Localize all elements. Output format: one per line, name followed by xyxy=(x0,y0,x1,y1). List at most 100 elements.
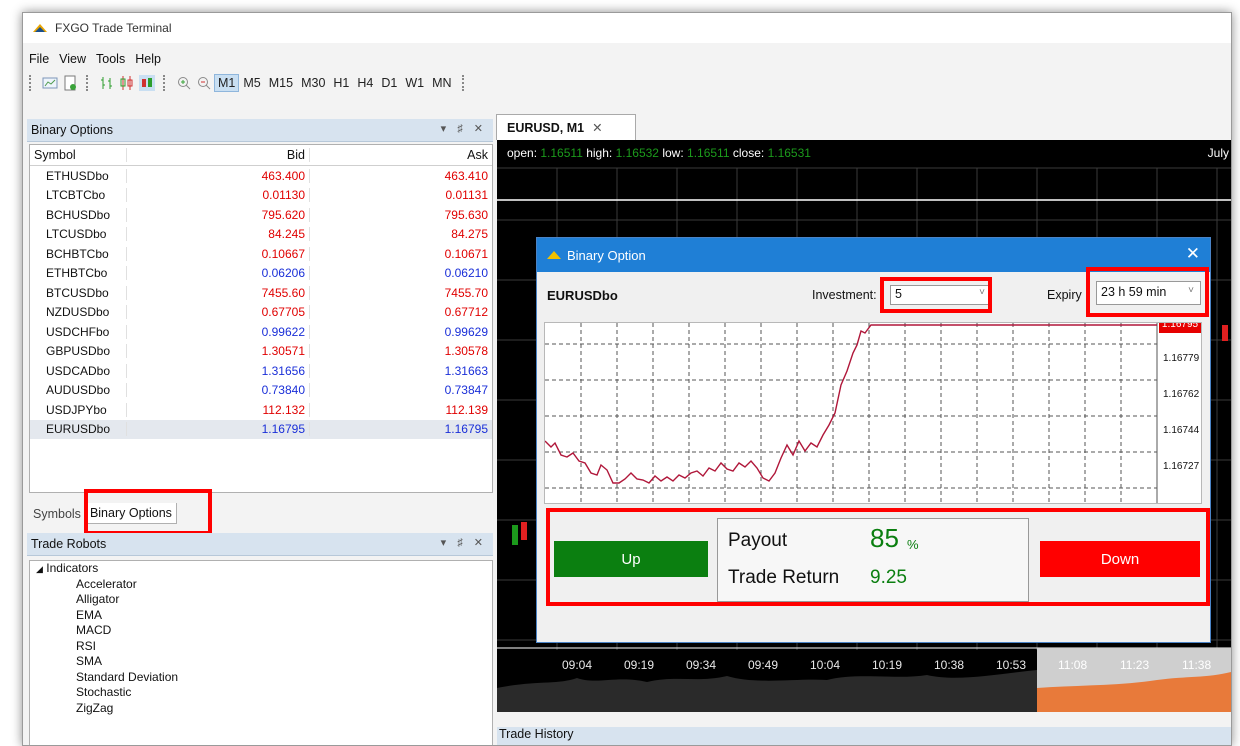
tab-symbols[interactable]: Symbols xyxy=(29,504,85,524)
candlestick-filled-icon[interactable] xyxy=(139,75,155,91)
toolbar-grip-2[interactable] xyxy=(86,75,91,91)
dropdown-icon-2[interactable]: ▾ xyxy=(441,537,451,549)
timeframe-m1[interactable]: M1 xyxy=(214,74,240,92)
table-row[interactable]: EURUSDbo 1.16795 1.16795 xyxy=(30,419,492,439)
row-symbol: USDJPYbo xyxy=(46,402,107,417)
timeframe-m30[interactable]: M30 xyxy=(297,74,329,92)
open-label: open: xyxy=(507,146,538,160)
table-row[interactable]: LTCUSDbo 84.245 84.275 xyxy=(30,225,492,245)
menu-help[interactable]: Help xyxy=(135,52,161,66)
candle-chart-icon[interactable] xyxy=(119,75,135,91)
indicator-accelerator[interactable]: Accelerator xyxy=(30,577,492,593)
option-price-chart: 1.16795 1.16779 1.16762 1.16744 1.16727 xyxy=(544,322,1202,504)
table-row[interactable]: BTCUSDbo 7455.60 7455.70 xyxy=(30,283,492,303)
toolbar-grip[interactable] xyxy=(29,75,34,91)
tab-chart-eurusd[interactable]: EURUSD, M1 ✕ xyxy=(496,114,636,140)
row-bid: 112.132 xyxy=(126,402,309,417)
indicators-label: Indicators xyxy=(46,561,99,575)
column-symbol[interactable]: Symbol xyxy=(30,148,126,162)
row-ask: 0.67712 xyxy=(309,305,492,320)
menu-view[interactable]: View xyxy=(59,52,86,66)
dialog-close-icon[interactable]: ✕ xyxy=(1186,244,1200,264)
indicator-rsi[interactable]: RSI xyxy=(30,639,492,655)
pin-icon-2[interactable]: ♯ xyxy=(457,537,467,549)
indicator-standard-deviation[interactable]: Standard Deviation xyxy=(30,670,492,686)
price-tick-5: 1.16727 xyxy=(1163,461,1200,472)
zoom-out-icon[interactable] xyxy=(196,75,212,91)
close-icon-2[interactable]: ✕ xyxy=(474,537,487,549)
table-row[interactable]: ETHBTCbo 0.06206 0.06210 xyxy=(30,264,492,284)
table-row[interactable]: BCHUSDbo 795.620 795.630 xyxy=(30,205,492,225)
column-bid[interactable]: Bid xyxy=(126,148,309,162)
title-bar: FXGO Trade Terminal xyxy=(23,13,1231,43)
new-chart-icon[interactable] xyxy=(42,75,58,91)
bar-chart-icon[interactable] xyxy=(99,75,115,91)
table-header: Symbol Bid Ask xyxy=(30,145,492,166)
table-row[interactable]: USDJPYbo 112.132 112.139 xyxy=(30,400,492,420)
time-axis: 09:04 09:19 09:34 09:49 10:04 10:19 10:38 10:53… xyxy=(497,658,1231,678)
indicator-alligator[interactable]: Alligator xyxy=(30,592,492,608)
expiry-label: Expiry xyxy=(1047,288,1082,302)
time-tick: 11:38 xyxy=(1182,658,1212,672)
table-row[interactable]: ETHUSDbo 463.400 463.410 xyxy=(30,166,492,186)
toolbar-grip-4[interactable] xyxy=(461,75,467,91)
table-row[interactable]: USDCADbo 1.31656 1.31663 xyxy=(30,361,492,381)
panel-controls-2: ▾ ♯ ✕ xyxy=(441,536,487,549)
indicator-ema[interactable]: EMA xyxy=(30,608,492,624)
down-button[interactable]: Down xyxy=(1040,541,1200,577)
toolbar: M1 M5 M15 M30 H1 H4 D1 W1 MN xyxy=(23,71,543,95)
dropdown-icon[interactable]: ▾ xyxy=(441,123,451,135)
row-symbol: EURUSDbo xyxy=(46,422,111,437)
table-row[interactable]: GBPUSDbo 1.30571 1.30578 xyxy=(30,342,492,362)
menu-file[interactable]: File xyxy=(29,52,49,66)
row-symbol: LTCBTCbo xyxy=(46,188,106,203)
trade-robots-panel-title: Trade Robots xyxy=(31,537,107,551)
trade-robots-panel-header: Trade Robots ▾ ♯ ✕ xyxy=(27,533,493,556)
menu-tools[interactable]: Tools xyxy=(96,52,125,66)
time-tick: 09:04 xyxy=(562,658,593,672)
payout-unit: % xyxy=(907,537,919,552)
timeframe-d1[interactable]: D1 xyxy=(377,74,401,92)
timeframe-h4[interactable]: H4 xyxy=(353,74,377,92)
timeframe-m5[interactable]: M5 xyxy=(239,74,264,92)
row-bid: 0.67705 xyxy=(126,305,309,320)
indicator-macd[interactable]: MACD xyxy=(30,623,492,639)
timeframe-m15[interactable]: M15 xyxy=(265,74,297,92)
ohlc-readout: open: 1.16511 high: 1.16532 low: 1.16511… xyxy=(507,146,811,160)
low-value: 1.16511 xyxy=(687,146,730,160)
payout-value: 85 xyxy=(870,523,899,553)
close-icon[interactable]: ✕ xyxy=(474,123,487,135)
timeframe-w1[interactable]: W1 xyxy=(401,74,428,92)
tree-node-indicators[interactable]: ◢ Indicators xyxy=(30,561,492,577)
open-file-icon[interactable] xyxy=(62,75,78,91)
indicator-sma[interactable]: SMA xyxy=(30,654,492,670)
row-ask: 0.06210 xyxy=(309,266,492,281)
dialog-logo-icon xyxy=(547,251,561,259)
time-tick: 10:04 xyxy=(810,658,841,672)
close-tab-icon[interactable]: ✕ xyxy=(592,120,602,135)
row-symbol: USDCHFbo xyxy=(46,324,110,339)
row-symbol: NZDUSDbo xyxy=(46,305,110,320)
toolbar-grip-3[interactable] xyxy=(163,75,168,91)
pin-icon[interactable]: ♯ xyxy=(457,123,467,135)
table-row[interactable]: LTCBTCbo 0.01130 0.01131 xyxy=(30,186,492,206)
table-row[interactable]: NZDUSDbo 0.67705 0.67712 xyxy=(30,303,492,323)
timeframe-mn[interactable]: MN xyxy=(428,74,455,92)
table-row[interactable]: USDCHFbo 0.99622 0.99629 xyxy=(30,322,492,342)
column-ask[interactable]: Ask xyxy=(309,148,492,162)
table-row[interactable]: AUDUSDbo 0.73840 0.73847 xyxy=(30,381,492,401)
up-button[interactable]: Up xyxy=(554,541,708,577)
row-symbol: ETHUSDbo xyxy=(46,168,109,183)
zoom-in-icon[interactable] xyxy=(176,75,192,91)
row-bid: 0.10667 xyxy=(126,246,309,261)
indicator-stochastic[interactable]: Stochastic xyxy=(30,685,492,701)
app-window: FXGO Trade Terminal File View Tools Help… xyxy=(22,12,1232,746)
option-chart-svg xyxy=(545,323,1158,503)
highlight-investment xyxy=(880,277,992,313)
indicator-zigzag[interactable]: ZigZag xyxy=(30,701,492,717)
collapse-icon[interactable]: ◢ xyxy=(36,564,43,574)
row-symbol: BCHUSDbo xyxy=(46,207,111,222)
close-label: close: xyxy=(732,146,765,160)
table-row[interactable]: BCHBTCbo 0.10667 0.10671 xyxy=(30,244,492,264)
timeframe-h1[interactable]: H1 xyxy=(329,74,353,92)
